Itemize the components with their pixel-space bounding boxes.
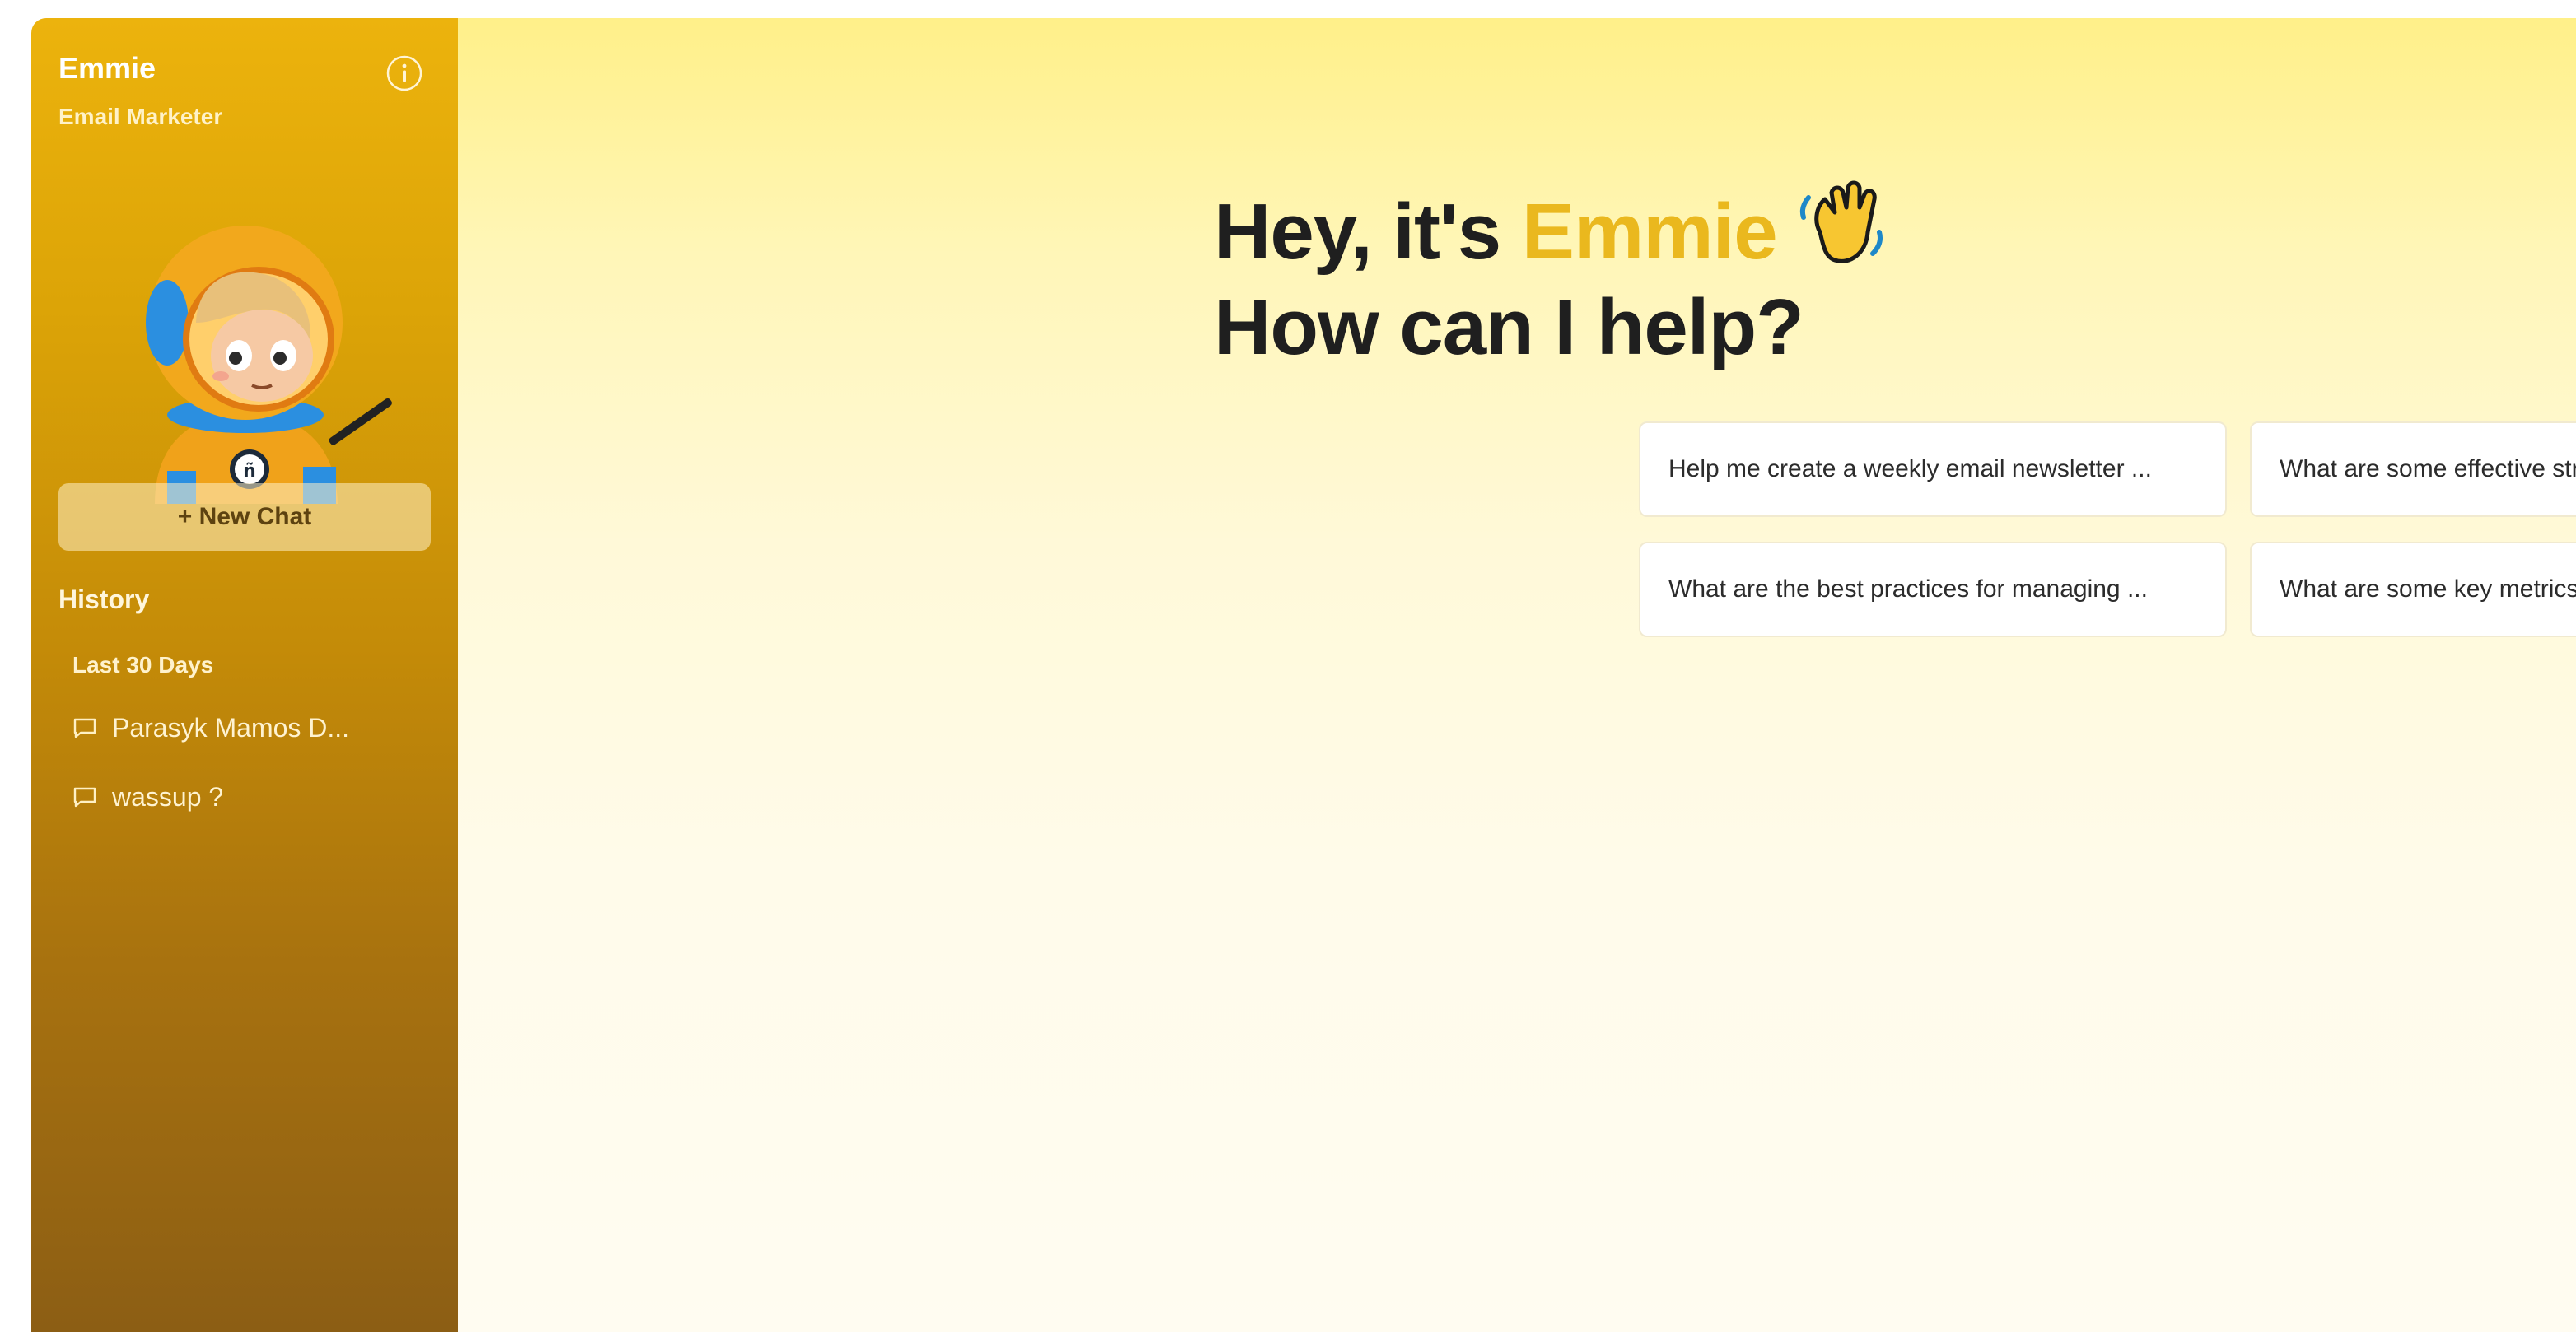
astronaut-avatar-icon: ñ bbox=[122, 199, 476, 504]
greeting-heading: Hey, it's Emmie How can I help? bbox=[1214, 175, 1891, 375]
history-group-label: Last 30 Days bbox=[72, 652, 214, 678]
waving-hand-icon bbox=[1799, 180, 1883, 263]
chat-bubble-icon bbox=[73, 718, 96, 738]
svg-text:ñ: ñ bbox=[243, 461, 256, 482]
new-chat-button[interactable]: + New Chat bbox=[58, 483, 431, 551]
suggestion-text: What are the best practices for managing… bbox=[1668, 575, 2148, 603]
suggestion-text: What are some key metrics I should track… bbox=[2280, 575, 2576, 603]
suggestion-card[interactable]: What are some effective strategies to in… bbox=[2250, 421, 2576, 517]
suggestion-text: Help me create a weekly email newsletter… bbox=[1668, 455, 2152, 482]
greeting-line-2: How can I help? bbox=[1214, 283, 1804, 371]
sidebar: Emmie Email Marketer ñ + New Chat Histor… bbox=[31, 18, 458, 1332]
history-title: History bbox=[58, 584, 150, 614]
history-item-label: wassup ? bbox=[112, 781, 224, 812]
main-panel: Hey, it's Emmie How can I help? Help me … bbox=[458, 18, 2576, 1332]
suggestion-card[interactable]: What are some key metrics I should track… bbox=[2250, 542, 2576, 637]
agent-name: Emmie bbox=[58, 51, 156, 85]
greeting-prefix: Hey, it's bbox=[1214, 188, 1522, 276]
agent-role: Email Marketer bbox=[58, 104, 223, 129]
greeting-agent-name: Emmie bbox=[1521, 188, 1778, 276]
suggestion-text: What are some effective strategies to in… bbox=[2280, 455, 2576, 482]
suggestion-card[interactable]: Help me create a weekly email newsletter… bbox=[1639, 421, 2227, 517]
app-window: Emmie Email Marketer ñ + New Chat Histor… bbox=[31, 18, 2576, 1332]
info-icon[interactable] bbox=[385, 54, 423, 92]
greeting-line-1: Hey, it's Emmie bbox=[1214, 175, 1891, 280]
history-item[interactable]: wassup ? bbox=[72, 772, 223, 822]
suggestion-card[interactable]: What are the best practices for managing… bbox=[1639, 542, 2227, 637]
history-item-label: Parasyk Mamos D... bbox=[112, 712, 350, 743]
chat-bubble-icon bbox=[73, 787, 96, 808]
history-item[interactable]: Parasyk Mamos D... bbox=[72, 703, 349, 752]
